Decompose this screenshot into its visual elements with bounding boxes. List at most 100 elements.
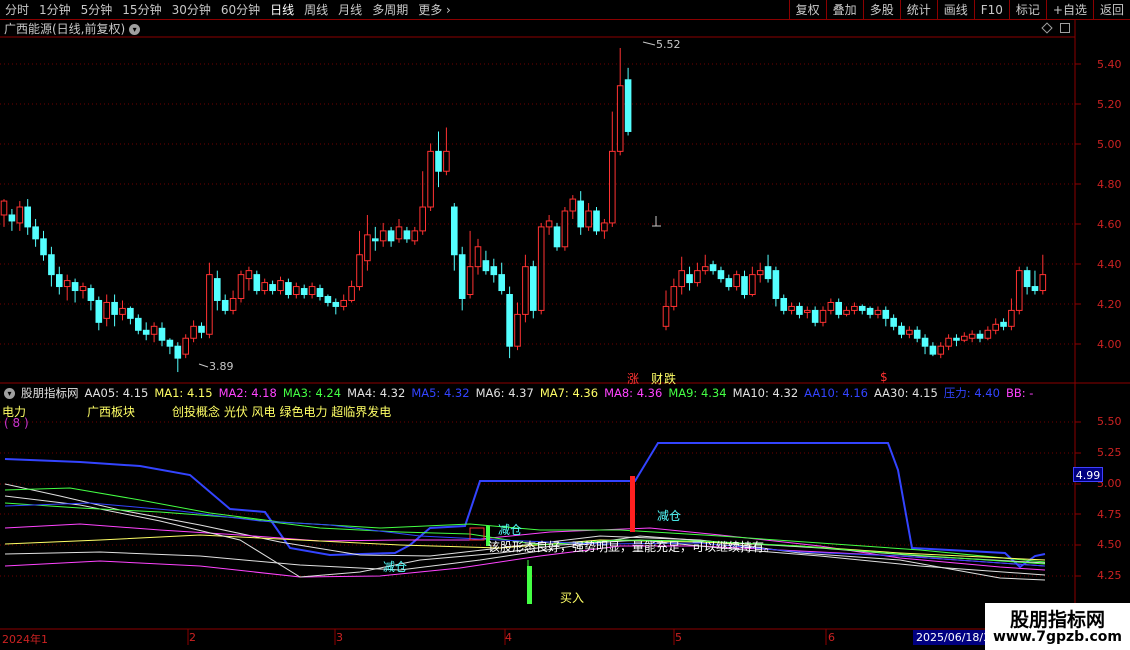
signal-buy: 买入 bbox=[560, 591, 585, 605]
candle-body bbox=[498, 274, 505, 292]
indicator-param-1: MA1: 4.15 bbox=[154, 386, 213, 400]
candle-body bbox=[316, 288, 324, 297]
candle-body bbox=[906, 329, 913, 335]
candle-body bbox=[851, 305, 858, 311]
sub-y-tick: 5.25 bbox=[1097, 446, 1122, 459]
candle-body bbox=[285, 282, 292, 296]
indicator-param-7: MA7: 4.36 bbox=[539, 386, 599, 400]
candle-body bbox=[921, 337, 929, 347]
main-y-tick: 5.20 bbox=[1097, 98, 1122, 111]
candle-body bbox=[1039, 274, 1047, 292]
watermark-logo: 股朋指标网 www.7gpzb.com bbox=[985, 603, 1130, 650]
candle-body bbox=[764, 266, 772, 280]
candle-body bbox=[593, 210, 600, 232]
indicator-param-5: MA5: 4.32 bbox=[411, 386, 470, 400]
high-price-label: 5.52 bbox=[656, 38, 681, 51]
candle-body bbox=[968, 333, 976, 339]
indicator-params: ▾ 股朋指标网 AA05: 4.15 MA1: 4.15 MA2: 4.18 MA3:… bbox=[0, 385, 1075, 401]
candle-body bbox=[530, 266, 537, 311]
watermark-title: 股朋指标网 bbox=[1009, 609, 1105, 631]
main-y-tick: 4.60 bbox=[1097, 218, 1122, 231]
analysis-comment: 该股形态良好，强势明显，量能充足，可以继续持有。 bbox=[488, 540, 777, 554]
candle-body bbox=[300, 288, 308, 296]
candle-body bbox=[1023, 270, 1031, 288]
candle-body bbox=[1000, 321, 1007, 327]
candle-body bbox=[111, 301, 118, 315]
candle-body bbox=[788, 305, 795, 311]
candle-body bbox=[976, 333, 984, 339]
candle-body bbox=[372, 238, 379, 242]
candle-body bbox=[733, 274, 740, 288]
candle-body bbox=[953, 337, 960, 341]
candle-body bbox=[694, 270, 701, 284]
candle-body bbox=[71, 282, 79, 292]
candle-body bbox=[253, 274, 261, 292]
indicator-line-1 bbox=[4, 483, 1046, 581]
concepts-label: 创投概念 光伏 风电 绿色电力 超临界发电 bbox=[172, 405, 392, 419]
candle-body bbox=[245, 270, 253, 280]
candle-body bbox=[937, 345, 945, 355]
candle-body bbox=[63, 280, 71, 288]
candle-body bbox=[150, 325, 158, 335]
candle-body bbox=[866, 307, 874, 315]
candle-body bbox=[229, 297, 237, 311]
candle-body bbox=[882, 309, 890, 319]
candle-body bbox=[561, 210, 569, 248]
buy-signal-bar bbox=[527, 566, 532, 604]
candle-body bbox=[843, 309, 850, 315]
candle-body bbox=[198, 325, 205, 333]
candle-body bbox=[482, 260, 490, 272]
candle-body bbox=[411, 230, 419, 242]
candle-body bbox=[379, 230, 387, 242]
candle-body bbox=[796, 305, 803, 315]
candle-body bbox=[127, 307, 134, 319]
tag-caibao: 财 bbox=[651, 372, 664, 386]
indicator-param-9: MA9: 4.34 bbox=[668, 386, 727, 400]
main-y-tick: 5.00 bbox=[1097, 138, 1122, 151]
watermark-url: www.7gpzb.com bbox=[992, 629, 1122, 645]
stock-concepts: 电力 广西板块 创投概念 光伏 风电 绿色电力 超临界发电 bbox=[0, 404, 1075, 420]
candle-body bbox=[206, 274, 213, 335]
candle-body bbox=[506, 294, 513, 347]
concept-count: ( 8 ) bbox=[4, 416, 29, 430]
indicator-param-3: MA3: 4.24 bbox=[282, 386, 342, 400]
candle-body bbox=[553, 226, 561, 248]
candle-body bbox=[624, 79, 632, 132]
candle-body bbox=[514, 313, 521, 347]
candle-body bbox=[190, 325, 197, 339]
tag-die: 跌 bbox=[664, 372, 677, 386]
candle-body bbox=[103, 301, 111, 319]
candle-body bbox=[701, 266, 709, 272]
candle-body bbox=[135, 317, 142, 331]
low-arrow bbox=[198, 363, 209, 368]
candle-body bbox=[356, 254, 363, 288]
sub-y-tick: 5.50 bbox=[1097, 415, 1122, 428]
candle-body bbox=[858, 305, 866, 311]
candle-body bbox=[537, 226, 545, 311]
candle-body bbox=[261, 282, 268, 292]
candle-body bbox=[427, 150, 434, 208]
indicator-param-13: 压力: 4.40 bbox=[943, 386, 1000, 400]
candle-body bbox=[609, 150, 616, 224]
candle-body bbox=[670, 286, 678, 307]
chevron-down-icon[interactable]: ▾ bbox=[4, 387, 15, 399]
candle-body bbox=[961, 335, 968, 341]
reduce-signal-bar bbox=[630, 476, 635, 532]
candle-body bbox=[364, 234, 371, 262]
candle-body bbox=[166, 339, 174, 347]
date-tick: 6 bbox=[828, 631, 835, 644]
candle-body bbox=[32, 226, 39, 240]
candle-body bbox=[874, 309, 882, 315]
candle-body bbox=[616, 85, 624, 152]
indicator-name[interactable]: 股朋指标网 bbox=[21, 385, 79, 401]
candle-body bbox=[678, 270, 686, 288]
candle-body bbox=[221, 299, 229, 311]
candle-body bbox=[835, 301, 843, 315]
candle-body bbox=[435, 150, 442, 172]
low-price-label: 3.89 bbox=[209, 360, 234, 373]
tag-zhang: 涨 bbox=[627, 372, 640, 386]
candle-body bbox=[340, 299, 347, 307]
candle-body bbox=[827, 301, 835, 311]
tag-dollar: $ bbox=[880, 370, 888, 384]
candle-body bbox=[332, 301, 340, 307]
